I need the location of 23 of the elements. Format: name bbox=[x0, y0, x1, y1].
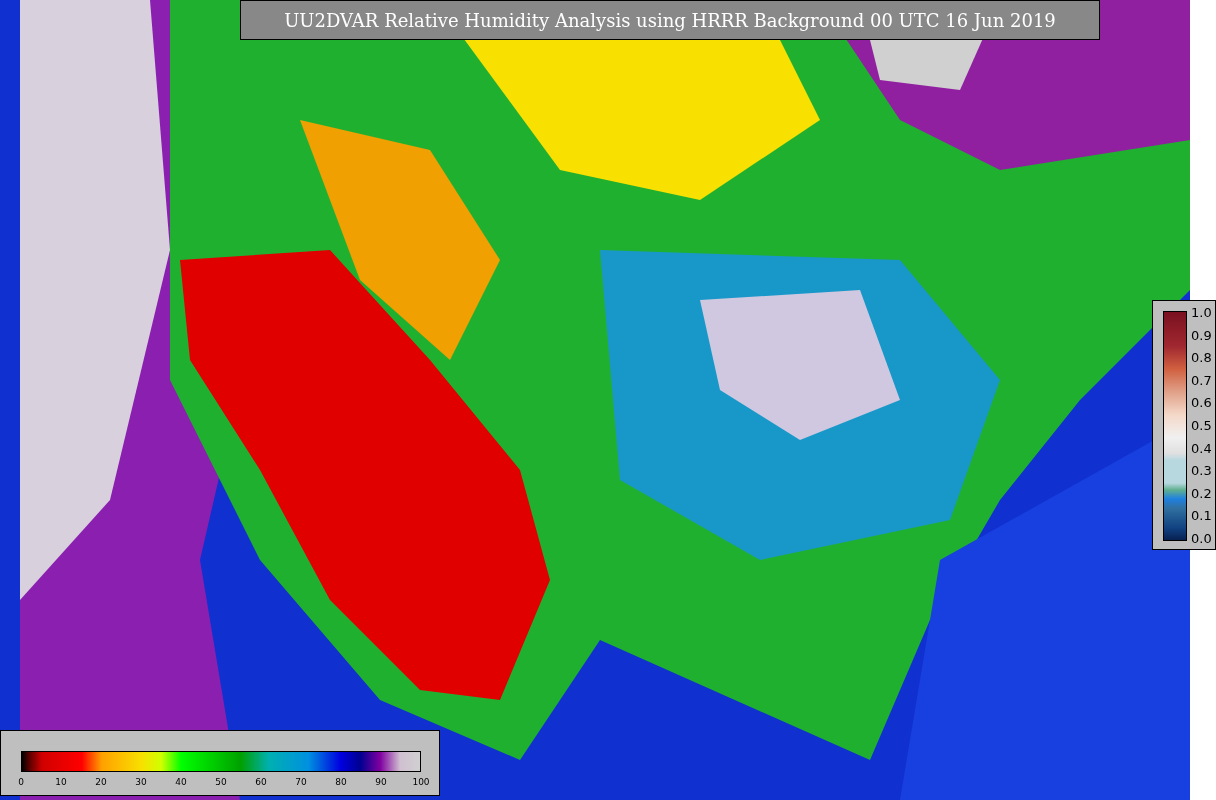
colorbar-tick-label: 90 bbox=[375, 776, 387, 789]
colorbar-tick-label: 60 bbox=[255, 776, 267, 789]
colorbar-tick-label: 0 bbox=[18, 776, 24, 789]
colorbar-tick-label: 10 bbox=[55, 776, 67, 789]
colorbar-tick-label: 0.0 bbox=[1191, 530, 1212, 549]
colorbar-tick-label: 0.5 bbox=[1191, 417, 1212, 436]
colorbar-tick-label: 0.7 bbox=[1191, 372, 1212, 391]
colorbar-tick-label: 0.1 bbox=[1191, 507, 1212, 526]
colorbar-tick-label: 0.4 bbox=[1191, 439, 1212, 458]
colorbar-tick-label: 1.0 bbox=[1191, 304, 1212, 323]
colorbar-tick-label: 50 bbox=[215, 776, 227, 789]
colorbar-tick-label: 20 bbox=[95, 776, 107, 789]
colorbar-tick-label: 70 bbox=[295, 776, 307, 789]
colorbar-tick-label: 0.3 bbox=[1191, 462, 1212, 481]
colorbar-tick-label: 30 bbox=[135, 776, 147, 789]
colorbar-tick-label: 0.2 bbox=[1191, 485, 1212, 504]
colorbar-tick-label: 80 bbox=[335, 776, 347, 789]
colorbar-tick-label: 0.9 bbox=[1191, 326, 1212, 345]
colorbar-tick-label: 0.6 bbox=[1191, 394, 1212, 413]
map-title: UU2DVAR Relative Humidity Analysis using HRRR Background 00 UTC 16 Jun 2019 bbox=[240, 0, 1100, 40]
colorbar-tick-label: 40 bbox=[175, 776, 187, 789]
colorbar-tick-label: 100 bbox=[412, 776, 430, 789]
colorbar-tick-label: 0.8 bbox=[1191, 349, 1212, 368]
